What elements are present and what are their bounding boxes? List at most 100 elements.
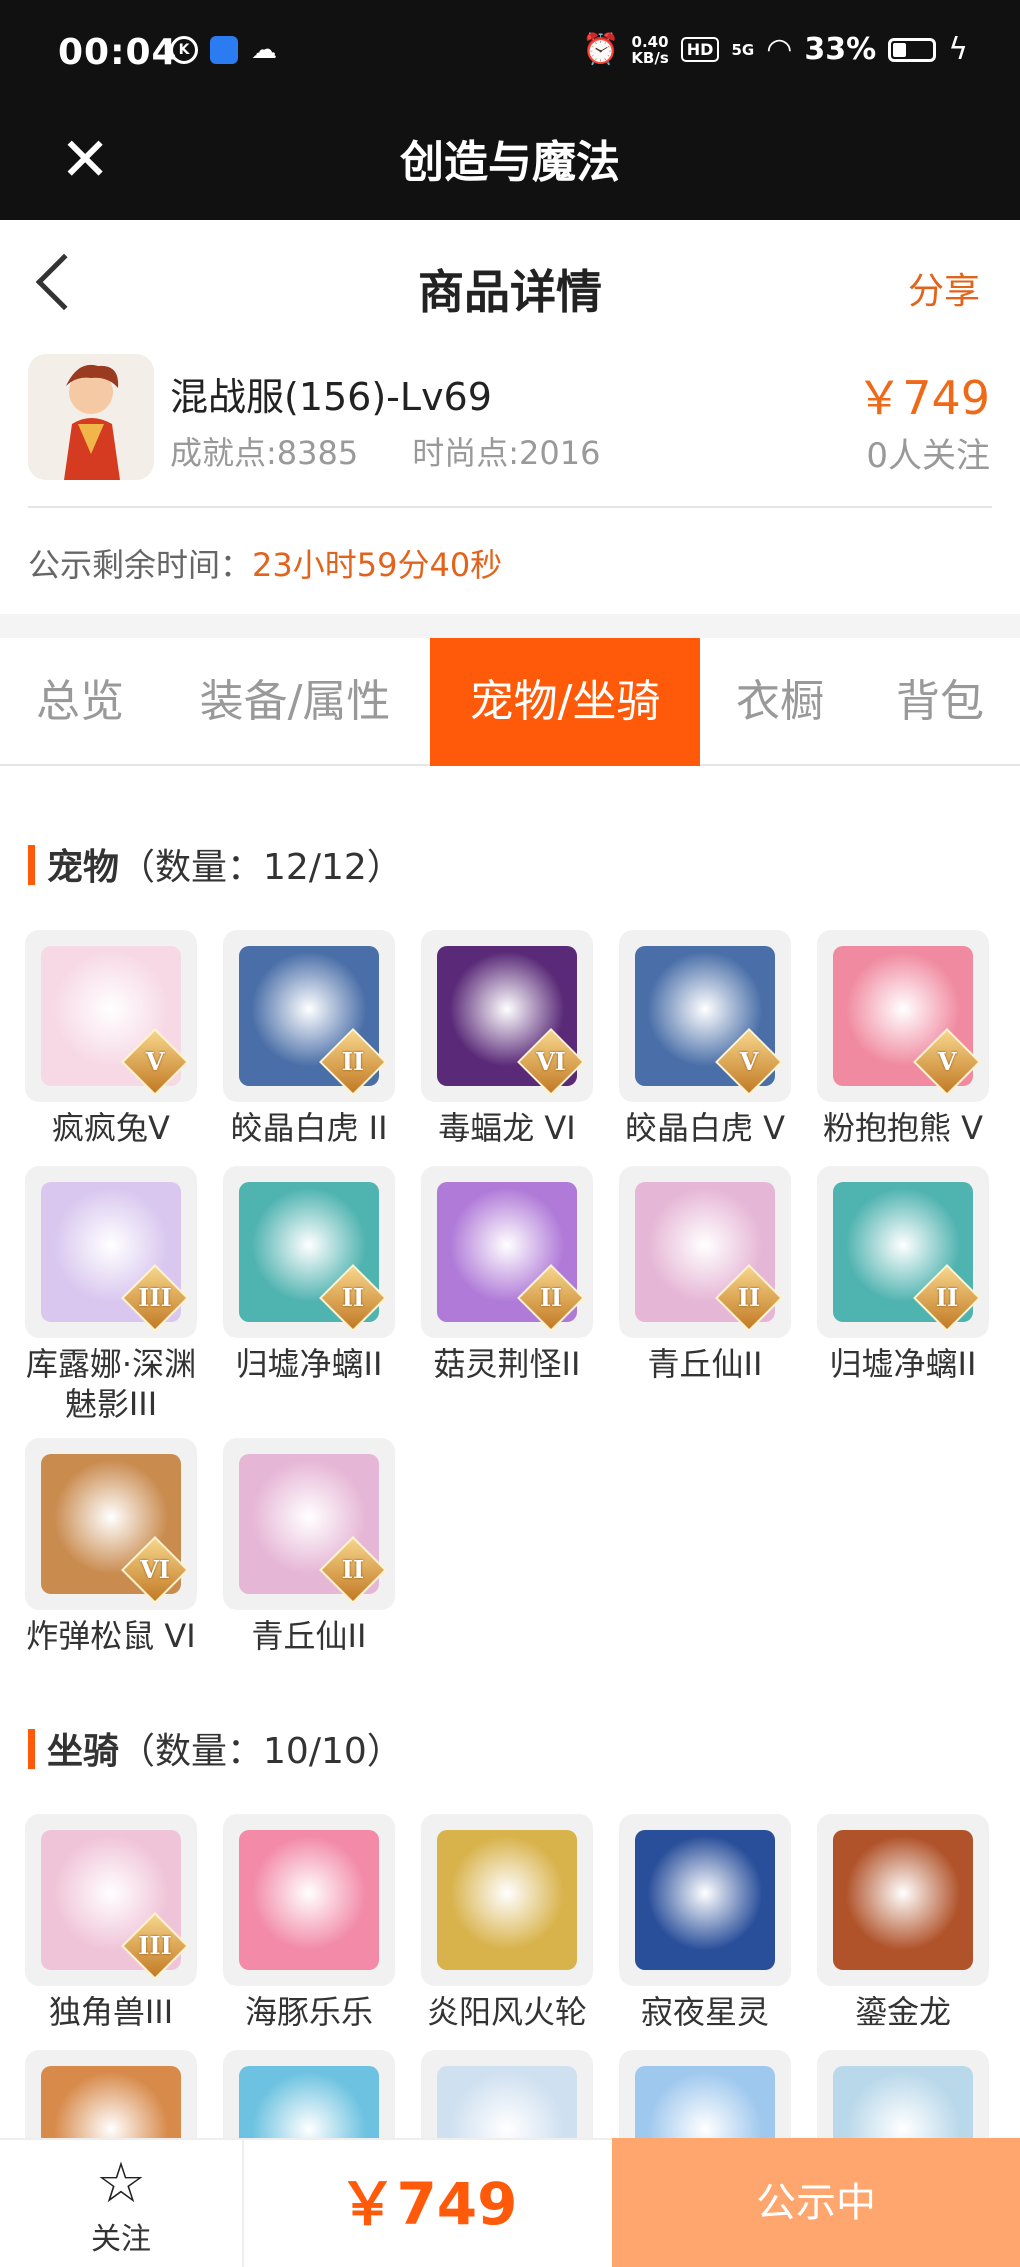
status-bar: 00:04 K ☁ ⏰ 0.40 KB/s HD 5G ◠ 33% ϟ xyxy=(0,0,1020,108)
item-image xyxy=(833,1830,973,1970)
item-thumbnail: III xyxy=(25,1814,197,1986)
pet-item[interactable]: II 青丘仙II xyxy=(210,1438,408,1656)
item-image xyxy=(437,1830,577,1970)
pet-item[interactable]: II 归墟净螭II xyxy=(804,1166,1002,1384)
follow-button[interactable]: ☆ 关注 xyxy=(0,2140,244,2267)
item-thumbnail: III xyxy=(25,1166,197,1338)
item-thumbnail xyxy=(421,1814,593,1986)
tab-pets-mounts[interactable]: 宠物/坐骑 xyxy=(430,638,700,766)
item-thumbnail: II xyxy=(223,930,395,1102)
wechat-icon: ☁ xyxy=(251,35,277,65)
alarm-icon: ⏰ xyxy=(581,32,620,67)
character-avatar xyxy=(28,354,154,480)
battery-percent: 33% xyxy=(804,32,877,67)
pet-item[interactable]: V 疯疯兔V xyxy=(12,930,210,1148)
pet-item[interactable]: III 库露娜·深渊魅影III xyxy=(12,1166,210,1424)
item-name: 青丘仙II xyxy=(251,1617,367,1655)
mount-item[interactable]: 炎阳风火轮 xyxy=(408,1814,606,2032)
pet-item[interactable]: II 皎晶白虎 II xyxy=(210,930,408,1148)
product-name: 混战服(156)-Lv69 xyxy=(170,375,492,419)
pet-item[interactable]: VI 毒蝠龙 VI xyxy=(408,930,606,1148)
mount-item[interactable]: 海豚乐乐 xyxy=(210,1814,408,2032)
pet-item[interactable]: V 粉抱抱熊 V xyxy=(804,930,1002,1148)
item-thumbnail: II xyxy=(619,1166,791,1338)
item-thumbnail: V xyxy=(817,930,989,1102)
item-thumbnail: II xyxy=(223,1166,395,1338)
page-header: 商品详情 分享 xyxy=(0,220,1020,350)
item-name: 独角兽III xyxy=(48,1993,174,2031)
item-name: 鎏金龙 xyxy=(854,1993,951,2031)
item-name: 青丘仙II xyxy=(647,1345,763,1383)
pet-item[interactable]: II 菇灵荆怪II xyxy=(408,1166,606,1384)
mount-item[interactable]: 鎏金龙 xyxy=(804,1814,1002,2032)
item-name: 炸弹松鼠 VI xyxy=(26,1617,196,1655)
countdown: 公示剩余时间：23小时59分40秒 xyxy=(28,540,502,586)
countdown-label: 公示剩余时间： xyxy=(28,546,253,584)
tab-backpack[interactable]: 背包 xyxy=(870,638,1010,766)
item-name: 库露娜·深渊魅影III xyxy=(25,1345,197,1423)
item-image xyxy=(239,1830,379,1970)
item-thumbnail xyxy=(223,1814,395,1986)
item-name: 炎阳风火轮 xyxy=(426,1993,587,2031)
item-thumbnail: V xyxy=(619,930,791,1102)
share-button[interactable]: 分享 xyxy=(908,262,980,314)
item-thumbnail: II xyxy=(817,1166,989,1338)
item-image xyxy=(635,1830,775,1970)
item-thumbnail: VI xyxy=(421,930,593,1102)
follower-count: 0人关注 xyxy=(866,436,990,476)
item-name: 归墟净螭II xyxy=(235,1345,383,1383)
mounts-section-title: 坐骑（数量：10/10） xyxy=(28,1722,403,1774)
tab-wardrobe[interactable]: 衣橱 xyxy=(710,638,850,766)
item-thumbnail xyxy=(817,1814,989,1986)
status-button[interactable]: 公示中 xyxy=(612,2138,1020,2267)
mount-item[interactable]: III 独角兽III xyxy=(12,1814,210,2032)
product-price: ￥749 xyxy=(856,371,990,425)
pet-item[interactable]: II 青丘仙II xyxy=(606,1166,804,1384)
item-name: 疯疯兔V xyxy=(52,1109,170,1147)
item-name: 粉抱抱熊 V xyxy=(822,1109,984,1147)
hd-icon: HD xyxy=(680,37,720,62)
item-name: 毒蝠龙 VI xyxy=(438,1109,576,1147)
item-name: 海豚乐乐 xyxy=(244,1993,373,2031)
item-thumbnail: II xyxy=(223,1438,395,1610)
item-thumbnail xyxy=(619,1814,791,1986)
tab-bar: 总览 装备/属性 宠物/坐骑 衣橱 背包 xyxy=(0,638,1020,766)
pets-section-title: 宠物（数量：12/12） xyxy=(28,838,403,890)
fashion-points: 时尚点:2016 xyxy=(412,434,601,472)
countdown-value: 23小时59分40秒 xyxy=(252,546,503,584)
divider xyxy=(28,506,992,508)
tab-overview[interactable]: 总览 xyxy=(0,638,160,766)
bottom-price: ￥749 xyxy=(338,2170,518,2238)
k-app-icon: K xyxy=(170,36,198,64)
item-thumbnail: VI xyxy=(25,1438,197,1610)
app-title: 创造与魔法 xyxy=(400,137,620,188)
pet-item[interactable]: II 归墟净螭II xyxy=(210,1166,408,1384)
achievement-points: 成就点:8385 xyxy=(170,434,359,472)
item-thumbnail: V xyxy=(25,930,197,1102)
item-name: 菇灵荆怪II xyxy=(433,1345,581,1383)
item-name: 皎晶白虎 II xyxy=(230,1109,388,1147)
item-name: 寂夜星灵 xyxy=(640,1993,769,2031)
battery-icon xyxy=(888,37,937,62)
item-thumbnail: II xyxy=(421,1166,593,1338)
message-app-icon xyxy=(210,36,238,64)
section-gap xyxy=(0,614,1020,638)
character-image xyxy=(28,354,154,480)
tab-equipment[interactable]: 装备/属性 xyxy=(170,638,420,766)
item-name: 皎晶白虎 V xyxy=(624,1109,786,1147)
app-bar: ✕ 创造与魔法 xyxy=(0,108,1020,220)
bottom-bar: ☆ 关注 ￥749 公示中 xyxy=(0,2138,1020,2267)
page-title: 商品详情 xyxy=(418,265,602,319)
follow-label: 关注 xyxy=(91,2222,151,2257)
status-time: 00:04 xyxy=(58,32,178,73)
pet-item[interactable]: VI 炸弹松鼠 VI xyxy=(12,1438,210,1656)
item-name: 归墟净螭II xyxy=(829,1345,977,1383)
product-info: 混战服(156)-Lv69 成就点:8385 时尚点:2016 ￥749 0人关… xyxy=(0,350,1020,510)
wifi-icon: ◠ xyxy=(766,32,793,67)
pet-item[interactable]: V 皎晶白虎 V xyxy=(606,930,804,1148)
signal-icon: 5G xyxy=(731,40,755,59)
star-icon: ☆ xyxy=(95,2151,147,2216)
net-speed: 0.40 KB/s xyxy=(631,32,669,67)
charging-icon: ϟ xyxy=(948,32,968,67)
mount-item[interactable]: 寂夜星灵 xyxy=(606,1814,804,2032)
